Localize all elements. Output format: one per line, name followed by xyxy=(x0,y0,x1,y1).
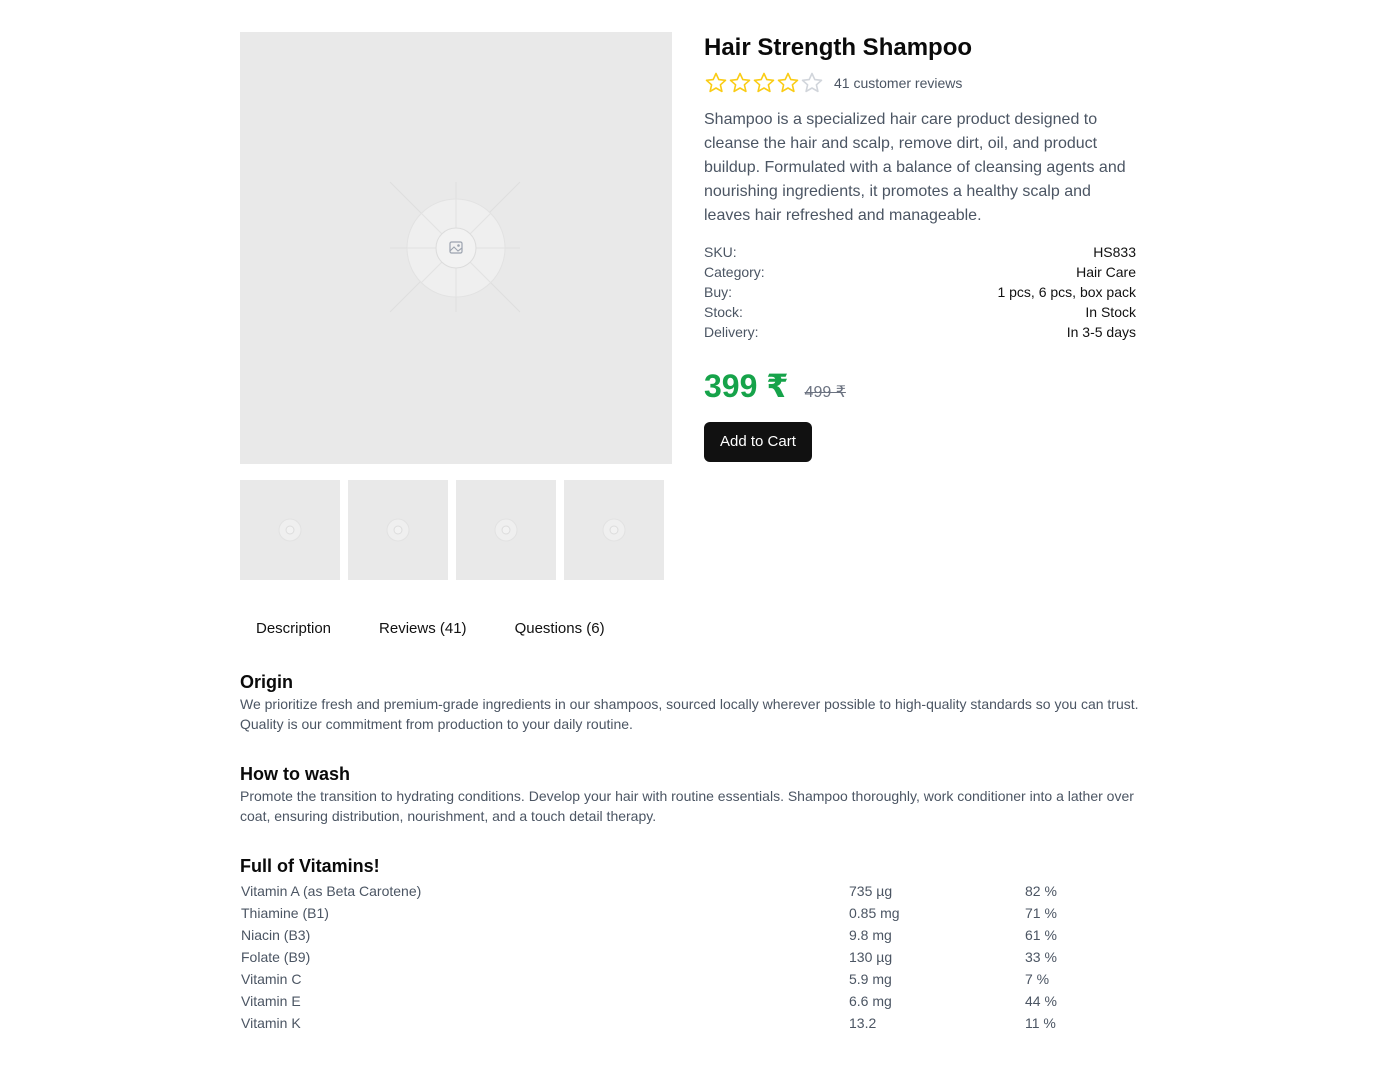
thumbnail-4[interactable] xyxy=(564,480,664,580)
spec-value: In Stock xyxy=(1085,304,1136,320)
spec-list: SKU: HS833 Category: Hair Care Buy: 1 pc… xyxy=(704,242,1136,342)
rating-row: 41 customer reviews xyxy=(704,71,1136,95)
product-tabs: Description Reviews (41) Questions (6) xyxy=(240,612,621,645)
spec-row-buy: Buy: 1 pcs, 6 pcs, box pack xyxy=(704,282,1136,302)
vitamin-daily-value: 11 % xyxy=(1025,1015,1056,1031)
table-row: Thiamine (B1) 0.85 mg 71 % xyxy=(240,902,1140,924)
tab-questions[interactable]: Questions (6) xyxy=(499,612,621,645)
section-heading: How to wash xyxy=(240,764,351,784)
vitamin-name: Thiamine (B1) xyxy=(241,905,329,921)
spec-row-stock: Stock: In Stock xyxy=(704,302,1136,322)
image-placeholder-icon xyxy=(602,518,626,542)
table-row: Vitamin K 13.2 11 % xyxy=(240,1012,1140,1034)
thumbnail-2[interactable] xyxy=(348,480,448,580)
star-icon xyxy=(753,72,775,93)
thumbnail-strip xyxy=(240,480,664,580)
star-icon xyxy=(705,72,727,93)
old-price: 499 ₹ xyxy=(804,384,846,401)
vitamins-section: Full of Vitamins! xyxy=(240,854,1140,878)
table-row: Niacin (B3) 9.8 mg 61 % xyxy=(240,924,1140,946)
image-placeholder-icon xyxy=(386,518,410,542)
thumbnail-1[interactable] xyxy=(240,480,340,580)
image-placeholder-icon xyxy=(278,518,302,542)
spec-row-sku: SKU: HS833 xyxy=(704,242,1136,262)
vitamin-amount: 0.85 mg xyxy=(849,905,900,921)
vitamin-daily-value: 61 % xyxy=(1025,927,1057,943)
spec-value: In 3-5 days xyxy=(1066,324,1136,340)
vitamin-name: Folate (B9) xyxy=(241,949,311,965)
star-icon xyxy=(801,72,823,93)
vitamin-amount: 6.6 mg xyxy=(849,993,892,1009)
tab-description[interactable]: Description xyxy=(240,612,347,645)
spec-label: Buy: xyxy=(704,284,733,300)
section-text: We prioritize fresh and premium-grade in… xyxy=(240,696,1139,732)
vitamin-amount: 13.2 xyxy=(849,1015,877,1031)
spec-value: Hair Care xyxy=(1076,264,1136,280)
vitamin-amount: 130 µg xyxy=(849,949,893,965)
vitamin-name: Vitamin A (as Beta Carotene) xyxy=(241,883,422,899)
vitamin-daily-value: 44 % xyxy=(1025,993,1057,1009)
product-main-image[interactable] xyxy=(240,32,672,464)
thumbnail-3[interactable] xyxy=(456,480,556,580)
star-icon xyxy=(729,72,751,93)
product-title: Hair Strength Shampoo xyxy=(704,34,973,61)
spec-value: HS833 xyxy=(1093,244,1136,260)
vitamin-name: Vitamin E xyxy=(241,993,301,1009)
vitamin-name: Vitamin C xyxy=(241,971,302,987)
image-placeholder-icon xyxy=(494,518,518,542)
table-row: Vitamin A (as Beta Carotene) 735 µg 82 % xyxy=(240,880,1140,902)
spec-label: SKU: xyxy=(704,244,737,260)
table-row: Vitamin C 5.9 mg 7 % xyxy=(240,968,1140,990)
image-placeholder-icon xyxy=(389,181,521,313)
table-row: Vitamin E 6.6 mg 44 % xyxy=(240,990,1140,1012)
reviews-link[interactable]: 41 customer reviews xyxy=(834,75,962,91)
table-row: Folate (B9) 130 µg 33 % xyxy=(240,946,1140,968)
vitamin-amount: 735 µg xyxy=(849,883,893,899)
section-heading: Origin xyxy=(240,672,293,692)
spec-label: Delivery: xyxy=(704,324,759,340)
spec-row-category: Category: Hair Care xyxy=(704,262,1136,282)
section-text: Promote the transition to hydrating cond… xyxy=(240,788,1134,824)
origin-section: Origin We prioritize fresh and premium-g… xyxy=(240,670,1140,734)
spec-row-delivery: Delivery: In 3-5 days xyxy=(704,322,1136,342)
how-to-wash-section: How to wash Promote the transition to hy… xyxy=(240,762,1140,826)
star-rating xyxy=(704,71,824,95)
vitamin-name: Niacin (B3) xyxy=(241,927,311,943)
spec-label: Category: xyxy=(704,264,765,280)
vitamins-table: Vitamin A (as Beta Carotene) 735 µg 82 %… xyxy=(240,880,1140,1034)
vitamin-amount: 5.9 mg xyxy=(849,971,892,987)
product-info: Hair Strength Shampoo 41 customer review… xyxy=(704,32,1136,462)
section-heading: Full of Vitamins! xyxy=(240,856,380,876)
vitamin-daily-value: 7 % xyxy=(1025,971,1050,987)
spec-value: 1 pcs, 6 pcs, box pack xyxy=(997,284,1136,300)
current-price: 399 ₹ xyxy=(704,368,789,404)
vitamin-amount: 9.8 mg xyxy=(849,927,892,943)
vitamin-daily-value: 71 % xyxy=(1025,905,1057,921)
price-row: 399 ₹ 499 ₹ xyxy=(704,366,1136,406)
vitamin-name: Vitamin K xyxy=(241,1015,301,1031)
star-icon xyxy=(777,72,799,93)
product-description: Shampoo is a specialized hair care produ… xyxy=(704,111,1126,224)
add-to-cart-button[interactable]: Add to Cart xyxy=(704,422,812,462)
vitamin-daily-value: 33 % xyxy=(1025,949,1057,965)
spec-label: Stock: xyxy=(704,304,743,320)
vitamin-daily-value: 82 % xyxy=(1025,883,1057,899)
tab-reviews[interactable]: Reviews (41) xyxy=(363,612,483,645)
